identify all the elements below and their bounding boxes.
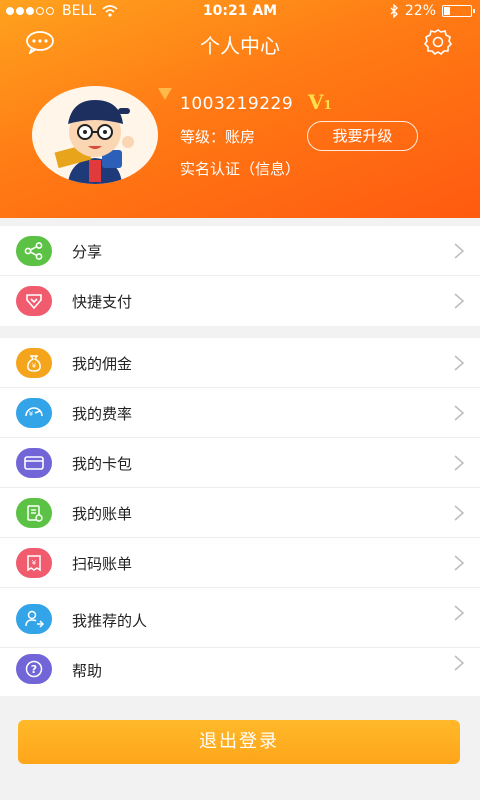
menu-label: 我的卡包 [72,455,133,473]
rate-icon: ¥ [16,398,52,428]
chevron-right-icon [454,293,465,309]
user-id: 1003219229 [180,94,294,114]
menu-label: 我的费率 [72,405,133,423]
chevron-right-icon [454,405,465,421]
chevron-right-icon [454,655,465,671]
menu-item-help[interactable]: ? 帮助 [0,648,480,696]
menu-item-rate[interactable]: ¥ 我的费率 [0,388,480,438]
svg-text:¥: ¥ [32,362,37,370]
page-title: 个人中心 [200,34,280,58]
menu-group-secondary: ¥ 我的佣金 ¥ 我的费率 我的卡包 我的账单 ¥ 扫码账单 我推荐的人 ? 帮… [0,338,480,696]
vip-letter: V [308,90,324,114]
menu-item-my-bills[interactable]: 我的账单 [0,488,480,538]
battery-icon [442,5,475,17]
quick-pay-icon [16,286,52,316]
chevron-right-icon [454,555,465,571]
menu-label: 扫码账单 [72,555,133,573]
menu-label: 分享 [72,243,103,261]
battery-area: 22% [389,3,475,19]
logout-button[interactable]: 退出登录 [18,720,460,764]
vip-badge: V1 [308,90,332,114]
bluetooth-icon [390,4,398,18]
menu-label: 我的佣金 [72,355,133,373]
avatar[interactable] [32,86,158,184]
chevron-right-icon [454,505,465,521]
bill-icon [16,498,52,528]
chevron-right-icon [454,355,465,371]
help-icon: ? [16,654,52,684]
scan-bill-icon: ¥ [16,548,52,578]
battery-percent: 22% [404,3,436,19]
menu-label: 快捷支付 [72,293,133,311]
money-bag-icon: ¥ [16,348,52,378]
menu-group-primary: 分享 快捷支付 [0,226,480,326]
share-icon [16,236,52,266]
menu-item-share[interactable]: 分享 [0,226,480,276]
profile-header: BELL 10:21 AM 22% 个人中心 1003219229 V1 等级：… [0,0,480,218]
menu-item-scan-bills[interactable]: ¥ 扫码账单 [0,538,480,588]
menu-item-commission[interactable]: ¥ 我的佣金 [0,338,480,388]
menu-label: 我的账单 [72,505,133,523]
chevron-right-icon [454,605,465,621]
svg-text:?: ? [31,663,37,676]
wallet-icon [16,448,52,478]
cartoon-avatar-image [32,86,158,184]
chevron-right-icon [454,455,465,471]
member-level: 等级：账房 [180,128,256,146]
svg-text:¥: ¥ [29,410,34,418]
decor-triangle [158,88,172,100]
navbar: 个人中心 [0,22,480,62]
referral-icon [16,604,52,634]
upgrade-button[interactable]: 我要升级 [307,121,418,151]
status-bar: BELL 10:21 AM 22% [0,0,480,22]
chevron-right-icon [454,243,465,259]
gear-icon[interactable] [424,28,452,56]
menu-label: 我推荐的人 [72,612,148,630]
menu-label: 帮助 [72,662,103,680]
real-name-verify-link[interactable]: 实名认证（信息） [180,158,300,179]
menu-item-quick-pay[interactable]: 快捷支付 [0,276,480,326]
vip-level: 1 [323,98,332,112]
svg-text:¥: ¥ [32,559,37,567]
menu-item-referrals[interactable]: 我推荐的人 [0,588,480,648]
menu-item-card-wallet[interactable]: 我的卡包 [0,438,480,488]
